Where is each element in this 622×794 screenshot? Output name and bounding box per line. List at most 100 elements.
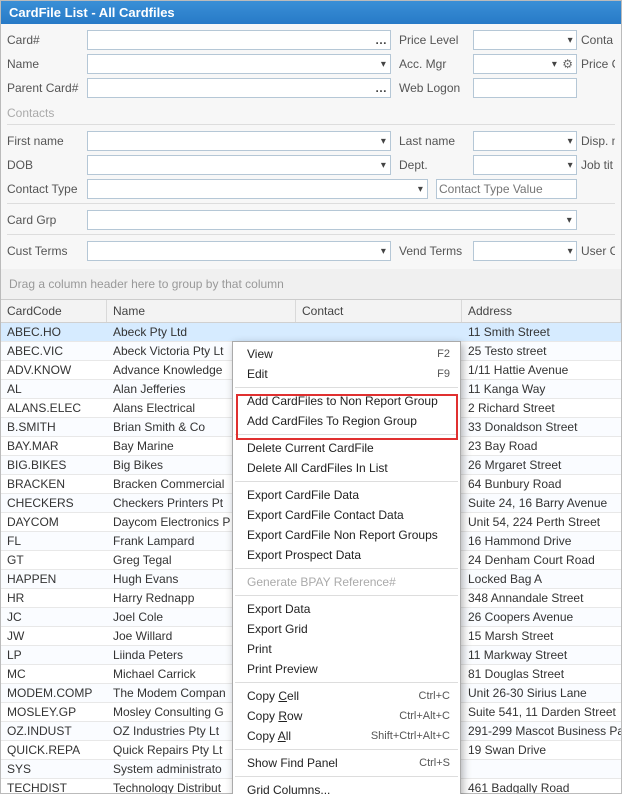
menu-delete-all[interactable]: Delete All CardFiles In List (233, 458, 460, 478)
cell-name: Abeck Pty Ltd (107, 325, 296, 339)
menu-export-nonreport[interactable]: Export CardFile Non Report Groups (233, 525, 460, 545)
cell-code: ABEC.VIC (1, 344, 107, 358)
cell-code: GT (1, 553, 107, 567)
last-name-field[interactable]: ▾ (473, 131, 577, 151)
cell-addr: 291-299 Mascot Business Park (462, 724, 621, 738)
cell-code: BIG.BIKES (1, 458, 107, 472)
cell-addr: 461 Badgally Road (462, 781, 621, 793)
cell-addr: 25 Testo street (462, 344, 621, 358)
first-name-field[interactable]: ▾ (87, 131, 391, 151)
menu-grid-columns[interactable]: Grid Columns... (233, 780, 460, 794)
label-disp-cut: Disp. n (581, 134, 615, 148)
label-userc-cut: User C (581, 244, 615, 258)
cell-addr: Unit 26-30 Sirius Lane (462, 686, 621, 700)
menu-print-preview[interactable]: Print Preview (233, 659, 460, 679)
cell-addr: 26 Coopers Avenue (462, 610, 621, 624)
dept-field[interactable]: ▾ (473, 155, 577, 175)
menu-copy-cell[interactable]: Copy CellCtrl+C (233, 686, 460, 706)
menu-copy-all[interactable]: Copy AllShift+Ctrl+Alt+C (233, 726, 460, 746)
menu-export-prospect[interactable]: Export Prospect Data (233, 545, 460, 565)
gear-icon[interactable]: ⚙ (559, 57, 576, 71)
menu-export-grid[interactable]: Export Grid (233, 619, 460, 639)
chevron-down-icon[interactable]: ▾ (563, 215, 577, 226)
col-address[interactable]: Address (462, 300, 621, 322)
dob-field[interactable]: ▾ (87, 155, 391, 175)
contacts-group-label: Contacts (7, 102, 615, 122)
chevron-down-icon[interactable]: ▾ (377, 59, 390, 70)
chevron-down-icon[interactable]: ▾ (564, 136, 576, 147)
cell-addr: Suite 541, 11 Darden Street (462, 705, 621, 719)
chevron-down-icon[interactable]: ▾ (377, 246, 390, 257)
card-no-field[interactable]: … (87, 30, 391, 50)
cell-addr: 2 Richard Street (462, 401, 621, 415)
menu-bpay: Generate BPAY Reference# (233, 572, 460, 592)
menu-find-panel[interactable]: Show Find PanelCtrl+S (233, 753, 460, 773)
cell-addr: 23 Bay Road (462, 439, 621, 453)
menu-delete-current[interactable]: Delete Current CardFile (233, 438, 460, 458)
menu-add-nonreport[interactable]: Add CardFiles to Non Report Group (233, 391, 460, 411)
menu-print[interactable]: Print (233, 639, 460, 659)
chevron-down-icon[interactable]: ▾ (564, 35, 576, 46)
cell-code: TECHDIST (1, 781, 107, 793)
cell-code: JW (1, 629, 107, 643)
menu-add-region[interactable]: Add CardFiles To Region Group (233, 411, 460, 431)
cell-code: DAYCOM (1, 515, 107, 529)
parent-card-field[interactable]: … (87, 78, 391, 98)
menu-view[interactable]: ViewF2 (233, 344, 460, 364)
ellipsis-icon[interactable]: … (372, 81, 390, 95)
chevron-down-icon[interactable]: ▾ (377, 136, 390, 147)
cell-code: ALANS.ELEC (1, 401, 107, 415)
context-menu: ViewF2 EditF9 Add CardFiles to Non Repor… (232, 341, 461, 794)
vend-terms-field[interactable]: ▾ (473, 241, 577, 261)
price-level-field[interactable]: ▾ (473, 30, 577, 50)
label-acc-mgr: Acc. Mgr (395, 57, 469, 71)
cell-addr: 26 Mrgaret Street (462, 458, 621, 472)
label-jobtit-cut: Job tit (581, 158, 615, 172)
table-row[interactable]: ABEC.HOAbeck Pty Ltd 11 Smith Street (1, 323, 621, 342)
cell-code: JC (1, 610, 107, 624)
contact-type-value-field[interactable] (436, 179, 577, 199)
cust-terms-field[interactable]: ▾ (87, 241, 391, 261)
label-parent-card: Parent Card# (7, 81, 83, 95)
label-first-name: First name (7, 134, 83, 148)
label-price-level: Price Level (395, 33, 469, 47)
menu-export-data[interactable]: Export Data (233, 599, 460, 619)
cell-addr: Unit 54, 224 Perth Street (462, 515, 621, 529)
window-title: CardFile List - All Cardfiles (1, 1, 621, 24)
ellipsis-icon[interactable]: … (372, 33, 390, 47)
col-name[interactable]: Name (107, 300, 296, 322)
menu-edit[interactable]: EditF9 (233, 364, 460, 384)
cell-addr: 33 Donaldson Street (462, 420, 621, 434)
menu-copy-row[interactable]: Copy RowCtrl+Alt+C (233, 706, 460, 726)
label-card-no: Card# (7, 33, 83, 47)
card-grp-field[interactable]: ▾ (87, 210, 577, 230)
cell-code: SYS (1, 762, 107, 776)
grid-header: CardCode Name Contact Address (1, 300, 621, 323)
cell-code: HR (1, 591, 107, 605)
label-web-logon: Web Logon (395, 81, 469, 95)
col-contact[interactable]: Contact (296, 300, 462, 322)
cell-code: ABEC.HO (1, 325, 107, 339)
contact-type-field[interactable]: ▾ (87, 179, 428, 199)
cell-code: AL (1, 382, 107, 396)
menu-export-cardfile[interactable]: Export CardFile Data (233, 485, 460, 505)
label-dept: Dept. (395, 158, 469, 172)
group-panel[interactable]: Drag a column header here to group by th… (1, 269, 621, 299)
cardfile-window: CardFile List - All Cardfiles Card# … Pr… (0, 0, 622, 794)
cell-addr: 11 Smith Street (462, 325, 621, 339)
web-logon-field[interactable] (473, 78, 577, 98)
menu-export-contact[interactable]: Export CardFile Contact Data (233, 505, 460, 525)
chevron-down-icon[interactable]: ▾ (549, 59, 559, 70)
name-field[interactable]: ▾ (87, 54, 391, 74)
label-card-grp: Card Grp (7, 213, 83, 227)
chevron-down-icon[interactable]: ▾ (377, 160, 390, 171)
cell-code: FL (1, 534, 107, 548)
chevron-down-icon[interactable]: ▾ (564, 246, 576, 257)
cell-addr: 81 Douglas Street (462, 667, 621, 681)
chevron-down-icon[interactable]: ▾ (414, 184, 427, 195)
col-cardcode[interactable]: CardCode (1, 300, 107, 322)
acc-mgr-field[interactable]: ▾⚙ (473, 54, 577, 74)
cell-code: CHECKERS (1, 496, 107, 510)
cell-code: B.SMITH (1, 420, 107, 434)
chevron-down-icon[interactable]: ▾ (564, 160, 576, 171)
